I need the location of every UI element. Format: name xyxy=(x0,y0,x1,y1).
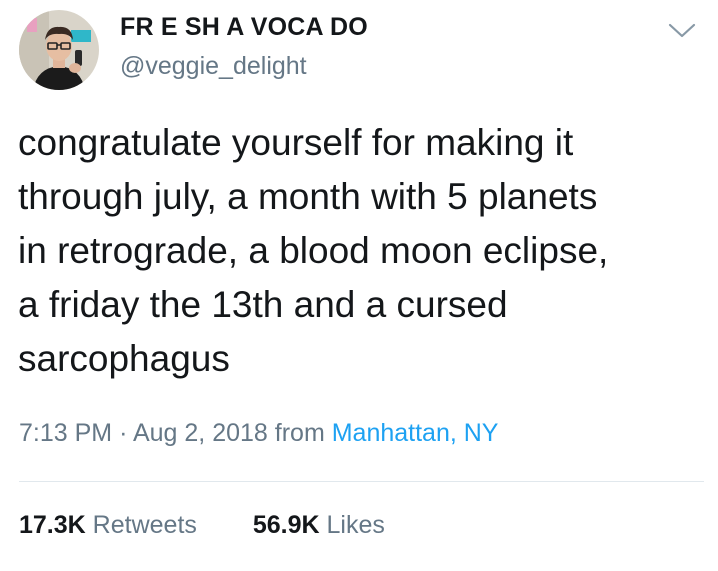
meta-separator: · xyxy=(119,419,128,447)
tweet-time[interactable]: 7:13 PM xyxy=(19,419,112,447)
chevron-down-icon[interactable] xyxy=(667,20,697,40)
display-name[interactable]: FR E SH A VOCA DO xyxy=(120,13,368,42)
retweets-count: 17.3K xyxy=(19,511,86,539)
tweet-date[interactable]: Aug 2, 2018 xyxy=(133,419,268,447)
retweets-label: Retweets xyxy=(92,511,197,539)
tweet-stats: 17.3K Retweets 56.9K Likes xyxy=(19,511,434,540)
likes-label: Likes xyxy=(326,511,385,539)
likes-stat[interactable]: 56.9K Likes xyxy=(253,511,385,540)
tweet-text: congratulate yourself for making it thro… xyxy=(18,122,609,379)
avatar[interactable] xyxy=(19,10,99,90)
tweet-metadata: 7:13 PM · Aug 2, 2018 from Manhattan, NY xyxy=(19,419,498,448)
from-label: from xyxy=(274,419,325,447)
tweet-location-link[interactable]: Manhattan, NY xyxy=(332,419,499,447)
divider xyxy=(19,481,704,482)
likes-count: 56.9K xyxy=(252,511,320,539)
retweets-stat[interactable]: 17.3K Retweets xyxy=(19,511,197,540)
user-handle[interactable]: @veggie_delight xyxy=(120,52,307,81)
